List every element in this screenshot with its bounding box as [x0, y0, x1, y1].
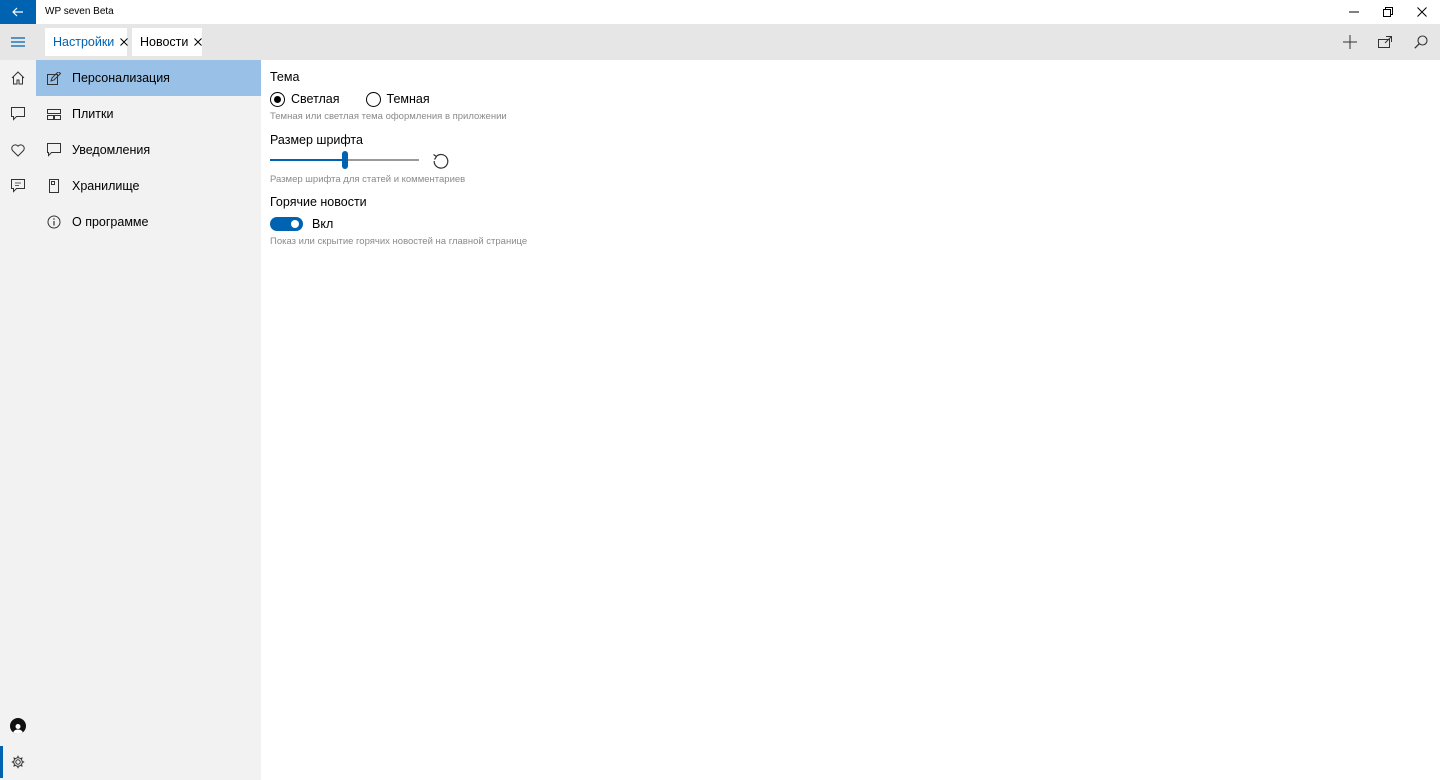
restore-button[interactable]: [1371, 0, 1405, 24]
rail-account-button[interactable]: [0, 708, 36, 744]
info-icon: [36, 204, 72, 240]
comment-icon: [11, 107, 25, 121]
nav-item-label: Хранилище: [72, 179, 140, 193]
radio-label: Светлая: [291, 92, 340, 106]
hot-news-toggle-row: Вкл: [270, 216, 333, 232]
settings-content: Тема Светлая Темная Темная или светлая т…: [270, 60, 1440, 780]
edit-icon: [36, 60, 72, 96]
rail-home-button[interactable]: [0, 60, 36, 96]
tab-label: Настройки: [53, 35, 115, 49]
tab-close-button[interactable]: [120, 37, 129, 47]
close-button[interactable]: [1405, 0, 1439, 24]
rail-favorites-button[interactable]: [0, 132, 36, 168]
theme-radio-dark[interactable]: Темная: [365, 91, 430, 107]
radio-dot: [274, 95, 281, 103]
close-icon: [120, 38, 129, 46]
open-external-button[interactable]: [1371, 28, 1399, 56]
radio-circle: [365, 91, 381, 107]
font-size-title: Размер шрифта: [270, 133, 363, 147]
theme-hint: Темная или светлая тема оформления в при…: [270, 111, 507, 122]
nav-item-about[interactable]: О программе: [36, 204, 261, 240]
radio-circle: [270, 91, 285, 107]
font-size-slider[interactable]: [270, 149, 460, 171]
nav-item-label: Персонализация: [72, 71, 170, 85]
minimize-icon: [1349, 11, 1359, 13]
hamburger-menu-button[interactable]: [0, 24, 36, 60]
nav-item-tiles[interactable]: Плитки: [36, 96, 261, 132]
tiles-icon: [36, 96, 72, 132]
app-title: WP seven Beta: [45, 6, 114, 17]
toggle-knob: [291, 220, 299, 228]
selection-indicator: [0, 746, 3, 778]
message-icon: [11, 179, 25, 193]
search-icon: [1414, 35, 1428, 49]
close-icon: [194, 38, 203, 46]
nav-item-notifications[interactable]: Уведомления: [36, 132, 261, 168]
rail-messages-button[interactable]: [0, 168, 36, 204]
user-icon: [13, 724, 23, 734]
slider-thumb[interactable]: [342, 151, 348, 169]
settings-nav: Персонализация Плитки Уведомления Хранил…: [36, 60, 261, 780]
hamburger-icon: [11, 37, 25, 47]
nav-item-personalization[interactable]: Персонализация: [36, 60, 261, 96]
title-bar: WP seven Beta: [0, 0, 1440, 24]
nav-item-label: Плитки: [72, 107, 114, 121]
home-icon: [11, 71, 25, 85]
heart-icon: [11, 143, 25, 157]
open-external-icon: [1378, 36, 1392, 48]
notification-icon: [36, 132, 72, 168]
minimize-button[interactable]: [1337, 0, 1371, 24]
slider-fill: [270, 159, 345, 161]
avatar: [10, 718, 26, 734]
tab-label: Новости: [140, 35, 189, 49]
search-button[interactable]: [1407, 28, 1435, 56]
rail-settings-button[interactable]: [0, 744, 36, 780]
theme-radio-light[interactable]: Светлая: [270, 91, 340, 107]
tab-close-button[interactable]: [194, 37, 203, 47]
close-icon: [1417, 7, 1427, 17]
hot-news-toggle[interactable]: [270, 217, 303, 231]
storage-icon: [36, 168, 72, 204]
plus-icon: [1343, 35, 1357, 49]
gear-icon: [11, 755, 25, 769]
nav-item-label: Уведомления: [72, 143, 151, 157]
nav-item-storage[interactable]: Хранилище: [36, 168, 261, 204]
tab-bar: Настройки Новости: [0, 24, 1440, 60]
hot-news-hint: Показ или скрытие горячих новостей на гл…: [270, 236, 528, 247]
tab-settings[interactable]: Настройки: [45, 28, 129, 56]
theme-radio-group: Светлая Темная: [270, 90, 456, 108]
reset-icon: [433, 153, 449, 169]
new-tab-button[interactable]: [1336, 28, 1364, 56]
nav-item-label: О программе: [72, 215, 149, 229]
back-arrow-icon: [12, 7, 23, 17]
font-size-reset-button[interactable]: [430, 150, 452, 172]
hot-news-title: Горячие новости: [270, 195, 367, 209]
font-size-hint: Размер шрифта для статей и комментариев: [270, 174, 466, 185]
restore-icon: [1383, 7, 1393, 17]
theme-title: Тема: [270, 70, 300, 84]
tab-news[interactable]: Новости: [132, 28, 203, 56]
left-rail: [0, 60, 36, 780]
toggle-state-label: Вкл: [312, 217, 334, 231]
radio-label: Темная: [386, 92, 430, 106]
back-button[interactable]: [0, 0, 36, 24]
rail-comments-button[interactable]: [0, 96, 36, 132]
